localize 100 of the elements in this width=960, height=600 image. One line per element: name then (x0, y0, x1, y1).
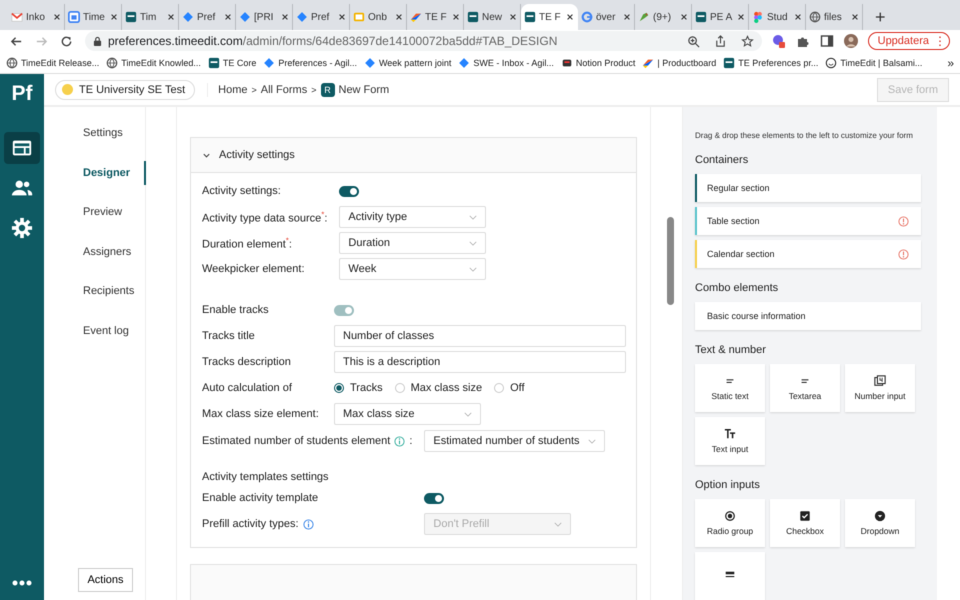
browser-tab[interactable]: PE A (692, 4, 749, 30)
star-icon[interactable] (740, 34, 754, 48)
bookmark[interactable]: | Productboard (642, 56, 716, 68)
bookmark[interactable]: TE Preferences pr... (723, 56, 818, 68)
nav-item[interactable]: Settings (44, 121, 146, 145)
close-icon[interactable] (566, 13, 574, 21)
calendar-icon (68, 11, 80, 23)
nav-item[interactable]: Designer (44, 160, 146, 184)
bookmark[interactable]: SWE - Inbox - Agil... (458, 56, 554, 68)
browser-tab[interactable]: Stud (749, 4, 806, 30)
nav-item[interactable]: Event log (44, 318, 146, 342)
close-icon[interactable] (167, 13, 175, 21)
rail-button[interactable] (4, 132, 40, 164)
zoom-icon[interactable] (686, 34, 700, 48)
figma-icon (752, 11, 764, 23)
element-tile[interactable] (695, 552, 765, 600)
actions-button[interactable]: Actions (78, 568, 133, 592)
breadcrumb-link[interactable]: Home (218, 84, 248, 96)
more-bookmarks-button[interactable]: » (947, 56, 954, 70)
radio-option[interactable]: Max class size (394, 382, 482, 394)
element-tile[interactable]: Textarea (770, 364, 840, 412)
browser-tab[interactable]: files (806, 4, 863, 30)
browser-tab[interactable]: över (578, 4, 635, 30)
organization-picker[interactable]: TE University SE Test (55, 80, 196, 100)
text-field[interactable]: This is a description (334, 351, 626, 373)
close-icon[interactable] (224, 13, 232, 21)
bookmark[interactable]: TimeEdit Release... (6, 56, 100, 68)
more-icon[interactable] (12, 580, 32, 586)
select-field[interactable]: Activity type (339, 206, 486, 228)
browser-tab[interactable]: Onb (350, 4, 407, 30)
share-icon[interactable] (714, 34, 727, 48)
field-label: Weekpicker element: (202, 263, 305, 275)
back-icon[interactable] (10, 34, 23, 48)
element-tile[interactable]: Static text (695, 364, 765, 412)
menu-button[interactable]: ⋮ (934, 34, 944, 48)
browser-tab[interactable]: (9+) (635, 4, 692, 30)
close-icon[interactable] (452, 13, 460, 21)
new-tab-button[interactable]: + (875, 7, 886, 27)
select-field[interactable]: Estimated number of students (424, 430, 605, 452)
select-field[interactable]: Max class size (334, 403, 481, 425)
close-icon[interactable] (509, 13, 517, 21)
bookmark[interactable]: TE Core (208, 56, 256, 68)
text-field[interactable]: Number of classes (334, 325, 626, 347)
info-icon[interactable] (394, 436, 406, 446)
browser-tab[interactable]: Tim (122, 4, 179, 30)
element-tile[interactable]: Text input (695, 417, 765, 465)
select-field[interactable]: Week (339, 258, 486, 280)
combo-element[interactable]: Basic course information (695, 302, 921, 330)
bookmark[interactable]: TimeEdit | Balsami... (825, 56, 922, 68)
section-header[interactable]: Activity settings (191, 138, 636, 173)
browser-tab[interactable]: Inko (8, 4, 65, 30)
element-tile[interactable]: Checkbox (770, 499, 840, 547)
container-element[interactable]: Table section (695, 207, 921, 235)
reload-icon[interactable] (60, 34, 73, 48)
field-label: Tracks description (202, 356, 291, 368)
globe-icon (809, 11, 821, 23)
logo-icon (723, 56, 736, 68)
browser-tab[interactable]: Pref (293, 4, 350, 30)
close-icon[interactable] (623, 13, 631, 21)
element-tile[interactable]: Dropdown (845, 499, 915, 547)
browser-tab[interactable]: TE F (521, 4, 578, 30)
container-element[interactable]: Regular section (695, 174, 921, 202)
scrollbar-thumb[interactable] (667, 217, 674, 305)
bookmark[interactable]: TimeEdit Knowled... (106, 56, 201, 68)
bookmark[interactable]: Preferences - Agil... (263, 56, 357, 68)
browser-tab[interactable]: Time (65, 4, 122, 30)
bookmark[interactable]: Notion Product (560, 56, 636, 68)
avatar-icon[interactable] (844, 34, 858, 48)
close-icon[interactable] (110, 13, 118, 21)
close-icon[interactable] (281, 13, 289, 21)
close-icon[interactable] (338, 13, 346, 21)
browser-tab[interactable]: [PRI (236, 4, 293, 30)
element-tile[interactable]: Radio group (695, 499, 765, 547)
close-icon[interactable] (395, 13, 403, 21)
sidebar-icon[interactable] (820, 34, 834, 48)
close-icon[interactable] (680, 13, 688, 21)
nav-item[interactable]: Assigners (44, 240, 146, 264)
nav-item[interactable]: Preview (44, 200, 146, 224)
browser-tab[interactable]: Pref (179, 4, 236, 30)
element-tile[interactable]: Number input (845, 364, 915, 412)
field-label: Enable activity template (202, 492, 318, 504)
address-bar[interactable]: preferences.timeedit.com/admin/forms/64de83697de14100072ba5dd#TAB_DESIGN (85, 31, 762, 51)
extension-icon[interactable] (772, 34, 786, 48)
breadcrumb-link[interactable]: All Forms (260, 84, 308, 96)
toggle-switch[interactable] (339, 186, 360, 196)
select-field[interactable]: Duration (339, 232, 486, 254)
bookmark[interactable]: Week pattern joint (364, 56, 452, 68)
toggle-switch[interactable] (424, 492, 444, 504)
form-name: New Form (338, 84, 390, 96)
close-icon[interactable] (737, 13, 745, 21)
close-icon[interactable] (794, 13, 802, 21)
container-element[interactable]: Calendar section (695, 240, 921, 268)
globe-icon (6, 56, 18, 68)
nav-item[interactable]: Recipients (44, 279, 146, 303)
radio-option[interactable]: Off (494, 382, 525, 394)
close-icon[interactable] (851, 13, 859, 21)
app-logo: Pf (12, 82, 32, 107)
browser-tab[interactable]: TE F (407, 4, 464, 30)
radio-option[interactable]: Tracks (334, 382, 383, 394)
close-icon[interactable] (53, 13, 61, 21)
